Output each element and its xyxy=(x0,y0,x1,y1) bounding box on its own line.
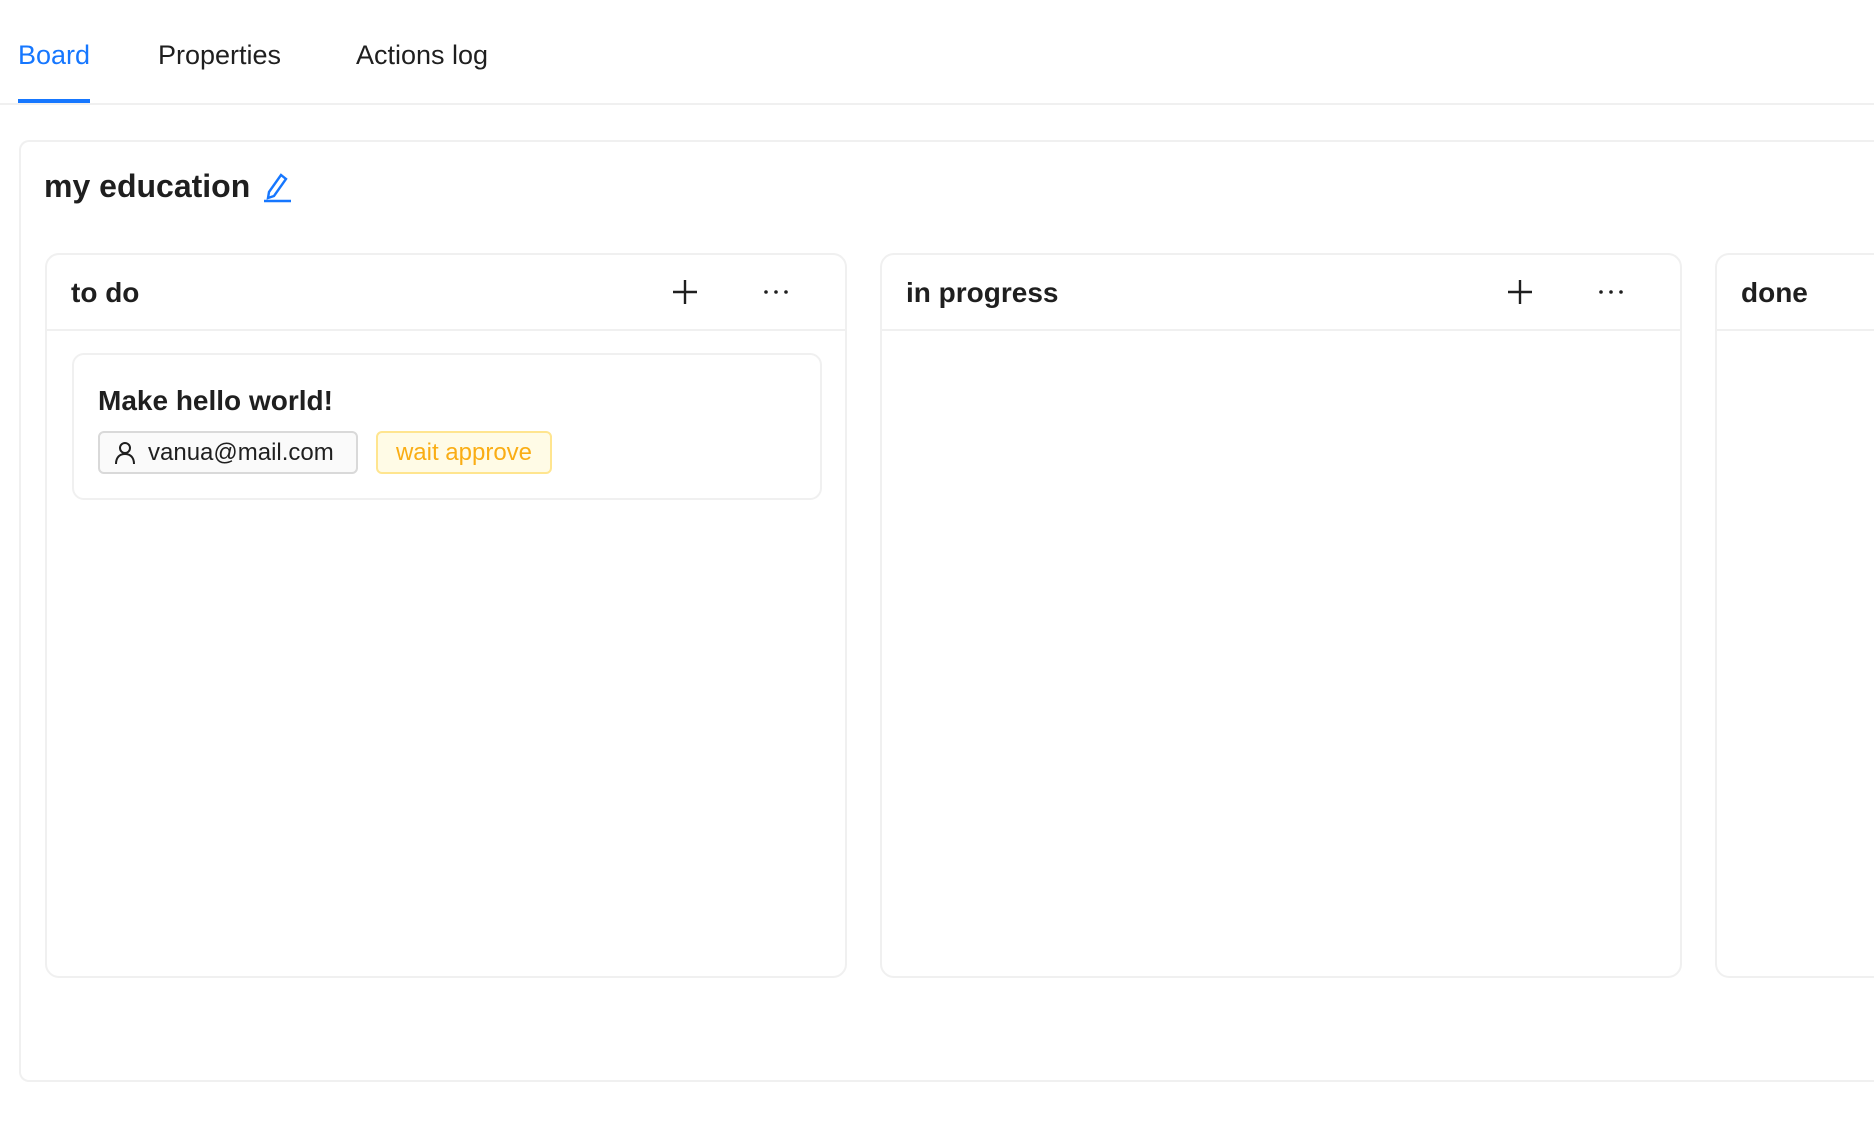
column-title: done xyxy=(1741,277,1808,308)
column-to-do: to do Make hello world! vanua@mail.com w… xyxy=(45,253,847,978)
tab-actions-log[interactable]: Actions log xyxy=(356,40,488,103)
user-icon xyxy=(115,441,135,464)
column-done: done xyxy=(1715,253,1874,978)
column-in-progress: in progress xyxy=(880,253,1682,978)
board-title-text: my education xyxy=(44,168,251,204)
column-title: in progress xyxy=(906,277,1059,308)
assignee-tag: vanua@mail.com xyxy=(98,431,358,474)
assignee-email: vanua@mail.com xyxy=(148,438,334,466)
column-header: to do xyxy=(47,255,845,331)
more-ellipsis-icon[interactable] xyxy=(761,277,791,307)
edit-pencil-icon[interactable] xyxy=(262,171,292,203)
card-title: Make hello world! xyxy=(98,385,333,416)
tab-properties[interactable]: Properties xyxy=(158,40,281,103)
add-card-plus-icon[interactable] xyxy=(670,277,700,307)
column-title: to do xyxy=(71,277,140,308)
tab-board[interactable]: Board xyxy=(18,40,91,103)
tab-bar: Board Properties Actions log xyxy=(0,0,1874,105)
task-card[interactable]: Make hello world! vanua@mail.com wait ap… xyxy=(72,353,822,500)
status-badge: wait approve xyxy=(376,431,552,474)
column-header: in progress xyxy=(882,255,1680,331)
add-card-plus-icon[interactable] xyxy=(1505,277,1535,307)
more-ellipsis-icon[interactable] xyxy=(1596,277,1626,307)
column-header: done xyxy=(1717,255,1874,331)
board-title: my education xyxy=(44,168,292,205)
